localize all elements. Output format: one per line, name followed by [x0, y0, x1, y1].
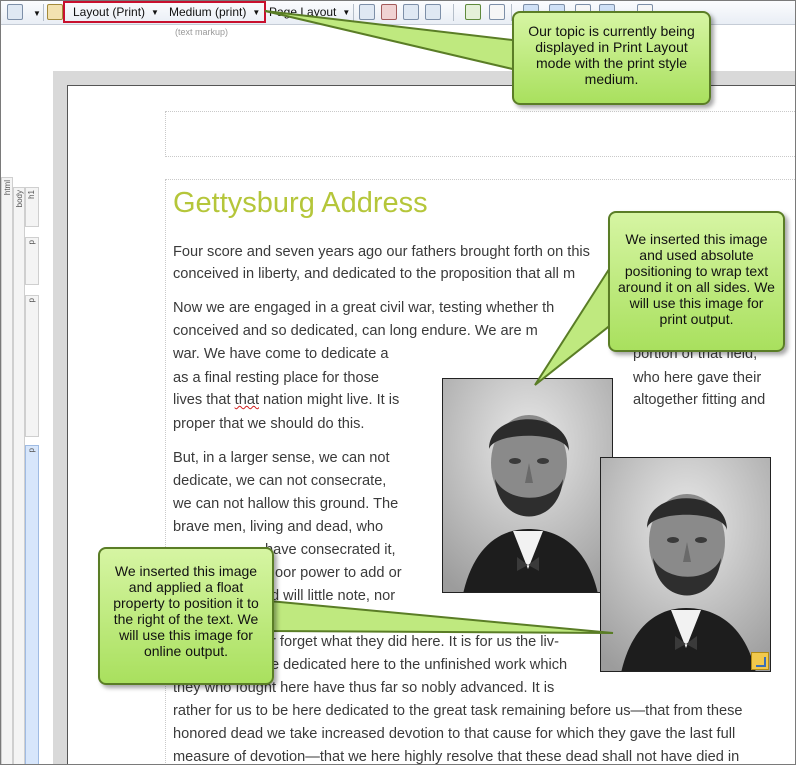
structure-bar-h1[interactable]: h1	[25, 187, 39, 227]
page-layout-dropdown-label: Page Layout	[269, 5, 337, 19]
text-box-icon[interactable]	[489, 4, 505, 20]
text-line: But, in a larger sense, we can not	[173, 450, 390, 466]
insert-table-icon[interactable]	[403, 4, 419, 20]
page-icon[interactable]	[7, 4, 23, 20]
lincoln-portrait-absolute[interactable]	[442, 378, 613, 593]
text-fragment: nation might live. It is	[259, 392, 400, 408]
text-line: Four score and seven years ago our fathe…	[173, 244, 590, 260]
lincoln-portrait-float[interactable]	[600, 457, 771, 672]
structure-bar-label: body	[15, 190, 24, 208]
insert-image-icon[interactable]	[359, 4, 375, 20]
text-line: proper that we should do this.	[173, 416, 365, 432]
structure-bar-label: p	[27, 448, 36, 453]
text-line: have consecrated it,	[265, 542, 396, 558]
callout-float-image: We inserted this image and applied a flo…	[98, 547, 274, 685]
spreadsheet-icon[interactable]	[465, 4, 481, 20]
chevron-down-icon: ▼	[342, 8, 351, 18]
structure-bar-p[interactable]: p	[25, 237, 39, 285]
page-layout-dropdown[interactable]: Page Layout ▼	[269, 5, 350, 19]
callout-print-mode: Our topic is currently being displayed i…	[512, 11, 711, 105]
text-line: r forget what they did here. It is for u…	[271, 634, 559, 650]
image-resize-handle-icon[interactable]	[751, 652, 769, 670]
text-line: dedicate, we can not consecrate,	[173, 473, 387, 489]
portrait-drawing	[601, 458, 770, 671]
text-line: oor power to add or	[275, 565, 402, 581]
structure-bar-label: h1	[27, 190, 36, 199]
page-header-area[interactable]	[165, 111, 795, 157]
text-line: lives that that nation might live. It is	[173, 392, 399, 408]
text-line: measure of devotion—that we here highly …	[173, 749, 740, 765]
text-line: who here gave their	[633, 370, 762, 386]
structure-bar-label: p	[27, 298, 36, 303]
text-fragment: lives that	[173, 392, 235, 408]
text-markup-hint: (text markup)	[175, 27, 229, 37]
text-line: d will little note, nor	[271, 588, 396, 604]
text-line: brave men, living and dead, who	[173, 519, 384, 535]
structure-bar-label: html	[3, 180, 12, 196]
text-line: we can not hallow this ground. The	[173, 496, 399, 512]
text-line: as a final resting place for those	[173, 370, 380, 386]
structure-bar-body[interactable]: body	[13, 187, 25, 764]
insert-object-icon[interactable]	[425, 4, 441, 20]
insert-link-icon[interactable]	[381, 4, 397, 20]
text-line: rather for us to be here dedicated to th…	[173, 703, 743, 719]
wand-icon[interactable]	[47, 4, 63, 20]
dropdown-arrow-icon[interactable]: ▼	[27, 6, 41, 20]
text-line: e dedicated here to the unfinished work …	[271, 657, 568, 673]
structure-bar-label: p	[27, 240, 36, 245]
article-title: Gettysburg Address	[173, 187, 428, 219]
toolbar-separator	[353, 4, 354, 21]
callout-absolute-image: We inserted this image and used absolute…	[608, 211, 785, 352]
text-line: conceived and so dedicated, can long end…	[173, 323, 538, 339]
text-line: Now we are engaged in a great civil war,…	[173, 300, 555, 316]
structure-bar-html[interactable]: html	[1, 177, 13, 764]
toolbar-separator	[43, 4, 44, 21]
highlight-box	[63, 1, 266, 23]
text-line: altogether fitting and	[633, 392, 766, 408]
editor-window: ▼ Layout (Print) ▼ Medium (print) ▼ Page L…	[0, 0, 796, 765]
structure-bar-p[interactable]: p	[25, 295, 39, 437]
structure-bar-p-selected[interactable]: p	[25, 445, 39, 764]
page-shadow	[53, 71, 67, 764]
misspelled-word: that	[234, 392, 259, 408]
text-line: war. We have come to dedicate a	[173, 346, 389, 362]
toolbar-separator	[453, 4, 454, 21]
text-line: honored dead we take increased devotion …	[173, 726, 736, 742]
portrait-drawing	[443, 379, 612, 592]
text-line: conceived in liberty, and dedicated to t…	[173, 266, 576, 282]
